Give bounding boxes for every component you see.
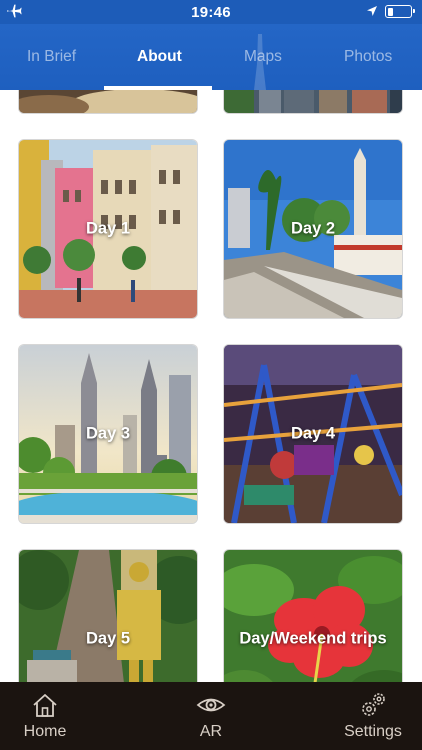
home-icon <box>33 694 57 717</box>
tab-about[interactable]: About <box>137 48 182 66</box>
day-4-label: Day 4 <box>290 424 336 443</box>
gears-icon <box>362 693 385 716</box>
battery-icon <box>385 5 415 18</box>
eye-icon <box>196 698 226 712</box>
location-arrow-icon <box>367 6 377 16</box>
tab-photos[interactable]: Photos <box>344 48 392 66</box>
day-card-4[interactable]: Day 4 <box>224 345 402 523</box>
previous-card-right-image <box>224 90 402 113</box>
day-5-label: Day 5 <box>85 629 131 648</box>
status-time: 19:46 <box>191 4 231 21</box>
day-card-3[interactable]: Day 3 <box>19 345 197 523</box>
top-tab-bar: In Brief About Maps Photos <box>0 24 422 90</box>
status-bar: 19:46 <box>0 0 422 24</box>
day-card-weekend-trips[interactable]: Day/Weekend trips <box>224 550 402 682</box>
tab-maps[interactable]: Maps <box>244 48 282 66</box>
previous-card-right[interactable] <box>224 90 402 113</box>
ar-label: AR <box>199 723 223 740</box>
previous-card-left-image <box>19 90 197 113</box>
settings-label: Settings <box>344 723 402 740</box>
bottom-nav-bar: Home AR Settings <box>0 682 422 750</box>
weekend-trips-label: Day/Weekend trips <box>239 629 387 648</box>
previous-card-left[interactable] <box>19 90 197 113</box>
day-card-1[interactable]: Day 1 <box>19 140 197 318</box>
bottom-nav-home[interactable]: Home <box>10 682 80 750</box>
day-1-label: Day 1 <box>85 219 131 238</box>
day-3-label: Day 3 <box>85 424 131 443</box>
weekend-trips-image <box>224 550 402 682</box>
home-label: Home <box>23 723 67 740</box>
day-5-image <box>19 550 197 682</box>
day-2-label: Day 2 <box>290 219 336 238</box>
days-grid[interactable]: Day 1 Day 2 Day 3 Day 4 Day 5 Day/Weeken… <box>0 90 422 682</box>
tab-in-brief[interactable]: In Brief <box>27 48 76 66</box>
day-card-5[interactable]: Day 5 <box>19 550 197 682</box>
bottom-nav-settings[interactable]: Settings <box>334 682 412 750</box>
bottom-nav-ar[interactable]: AR <box>176 682 246 750</box>
day-card-2[interactable]: Day 2 <box>224 140 402 318</box>
